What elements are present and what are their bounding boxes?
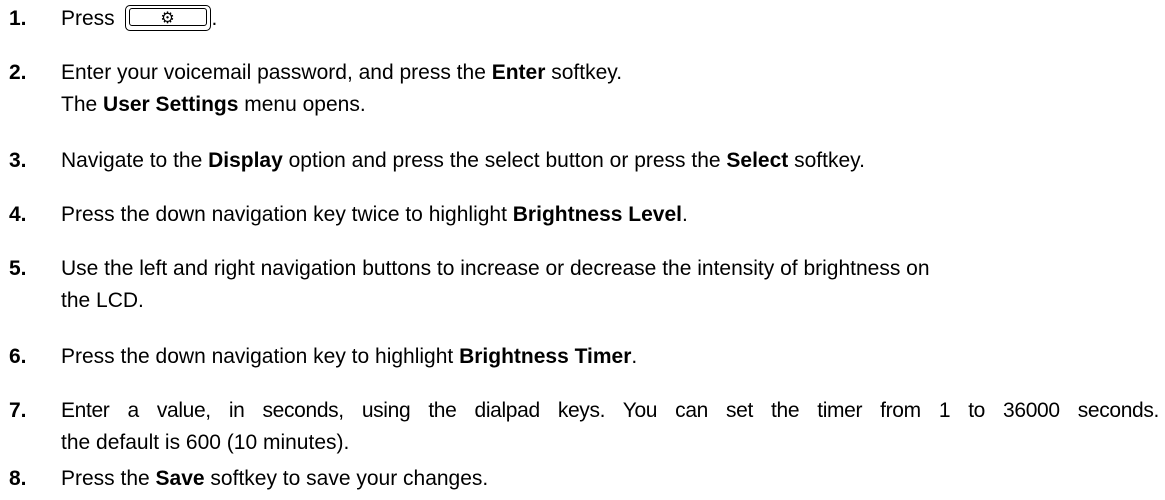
step-text: Navigate to the Display option and press… bbox=[61, 149, 865, 172]
brightness-timer-label: Brightness Timer bbox=[459, 345, 632, 368]
gear-icon: ⚙ bbox=[160, 8, 175, 27]
step-text: Press the Save softkey to save your chan… bbox=[61, 467, 489, 490]
save-softkey-label: Save bbox=[155, 467, 205, 490]
display-option-label: Display bbox=[208, 149, 283, 172]
instruction-page: { "steps": [ { "number": "1.", "parts": … bbox=[0, 0, 1165, 500]
select-softkey-label: Select bbox=[726, 149, 789, 172]
step-number: 5. bbox=[9, 257, 27, 280]
step-number: 6. bbox=[9, 345, 27, 368]
step-number: 2. bbox=[9, 61, 27, 84]
settings-key-icon: ⚙ bbox=[124, 5, 211, 31]
step-text: Press the down navigation key to highlig… bbox=[61, 345, 638, 368]
step-number: 4. bbox=[9, 203, 27, 226]
step-text: Press the down navigation key twice to h… bbox=[61, 203, 688, 226]
brightness-level-label: Brightness Level bbox=[512, 203, 682, 226]
user-settings-menu-label: User Settings bbox=[103, 93, 239, 116]
step-number: 3. bbox=[9, 149, 27, 172]
step-number: 7. bbox=[9, 399, 27, 422]
enter-softkey-label: Enter bbox=[491, 61, 546, 84]
step-text: Enter your voicemail password, and press… bbox=[61, 61, 623, 116]
step-number: 8. bbox=[9, 467, 27, 490]
step-text: Enter a value, in seconds, using the dia… bbox=[61, 399, 1159, 454]
step-number: 1. bbox=[9, 7, 27, 30]
step-text: Use the left and right navigation button… bbox=[61, 257, 930, 312]
step-text: Press ⚙ . bbox=[61, 5, 218, 31]
